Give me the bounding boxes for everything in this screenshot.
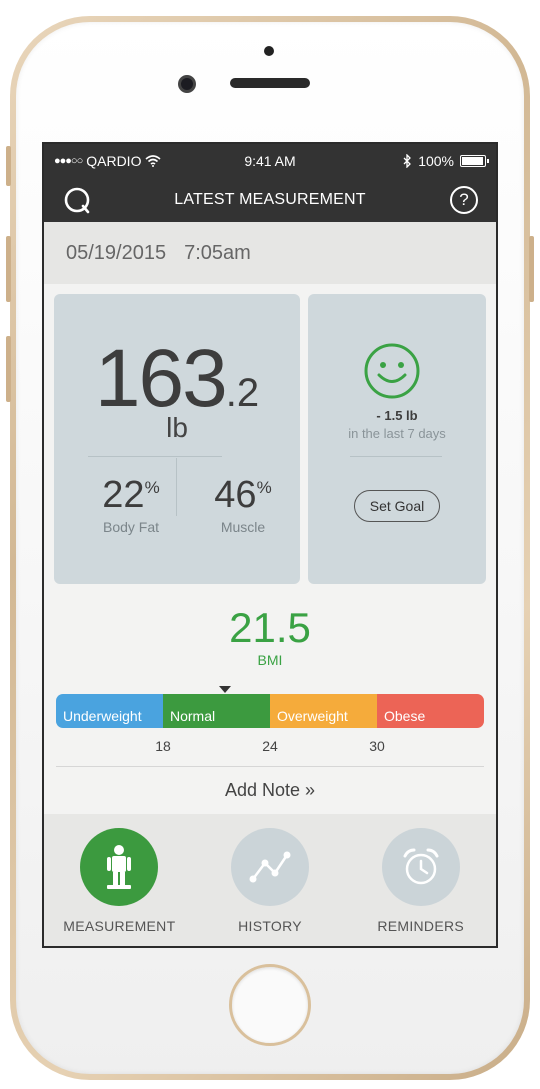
body-fat-value: 22 [102,474,145,516]
earpiece-speaker [230,78,310,88]
muscle-value: 46 [214,474,257,516]
bmi-value: 21.5 [229,604,311,651]
battery-percent: 100% [418,153,454,169]
body-fat-unit: % [144,478,160,497]
line-chart-icon [249,851,291,883]
bmi-tick-24: 24 [262,738,278,754]
bmi-tick-18: 18 [155,738,171,754]
proximity-sensor [264,46,274,56]
bmi-segment-overweight: Overweight [270,694,377,728]
body-fat-label: Body Fat [102,519,160,535]
smiley-face-icon [364,343,420,399]
set-goal-button[interactable]: Set Goal [354,490,440,522]
bmi-segment-normal: Normal [163,694,270,728]
battery-icon [460,155,489,167]
weight-decimal: .2 [225,371,260,415]
tab-measurement[interactable]: MEASUREMENT [44,814,195,946]
app-screen: ●●●○○ QARDIO 9:41 AM 100% LATEST MEASURE… [42,142,498,948]
bmi-scale-ticks: 18 24 30 [44,738,496,756]
bluetooth-icon [403,154,412,168]
bmi-tick-30: 30 [369,738,385,754]
set-goal-label: Set Goal [369,498,425,514]
page-title: LATEST MEASUREMENT [174,191,366,208]
power-button [529,236,534,302]
muscle-unit: % [256,478,272,497]
muscle-label: Muscle [220,519,266,535]
carrier-name: QARDIO [86,153,142,169]
goal-card: - 1.5 lb in the last 7 days Set Goal [308,294,486,584]
add-note-link[interactable]: Add Note » [44,780,496,801]
nav-bar: LATEST MEASUREMENT ? [44,178,496,222]
weight-card: 163.2 lb 22% Body Fat 46% Muscle [54,294,300,584]
help-symbol: ? [459,190,469,209]
bmi-scale-bar: Underweight Normal Overweight Obese [56,694,484,728]
bmi-segment-obese: Obese [377,694,484,728]
bmi-label: BMI [257,652,283,668]
note-divider [56,766,484,767]
trend-period: in the last 7 days [348,426,446,441]
alarm-clock-icon [403,848,439,885]
measurement-datetime: 05/19/2015 7:05am [44,222,496,284]
home-button[interactable] [229,964,311,1046]
bmi-pointer [219,686,232,693]
goal-divider [350,456,442,457]
help-icon[interactable]: ? [450,186,478,214]
muscle-stat: 46% Muscle [188,474,298,535]
volume-up-button [6,236,11,302]
tab-measurement-label: MEASUREMENT [63,918,176,934]
signal-strength-icon: ●●●○○ [54,155,83,167]
volume-down-button [6,336,11,402]
body-fat-stat: 22% Body Fat [76,474,186,535]
tab-history[interactable]: HISTORY [195,814,346,946]
wifi-icon [145,155,161,167]
tab-history-label: HISTORY [238,918,302,934]
tab-reminders-label: REMINDERS [377,918,465,934]
measurement-date: 05/19/2015 [66,241,167,264]
qardio-logo-icon[interactable] [62,185,92,215]
tab-bar: MEASUREMENT HISTORY REMINDERS [44,814,496,946]
person-scale-icon [107,845,132,889]
front-camera [178,75,196,93]
weight-unit: lb [166,412,188,443]
mute-switch [6,146,11,186]
weight-integer: 163 [94,333,228,424]
weight-trend: - 1.5 lb [376,408,418,423]
tab-reminders[interactable]: REMINDERS [345,814,496,946]
status-bar: ●●●○○ QARDIO 9:41 AM 100% [44,144,496,178]
bmi-segment-underweight: Underweight [56,694,163,728]
card-divider [88,456,222,457]
measurement-time: 7:05am [184,241,251,264]
summary-cards: 163.2 lb 22% Body Fat 46% Muscle - 1.5 l… [44,284,496,584]
